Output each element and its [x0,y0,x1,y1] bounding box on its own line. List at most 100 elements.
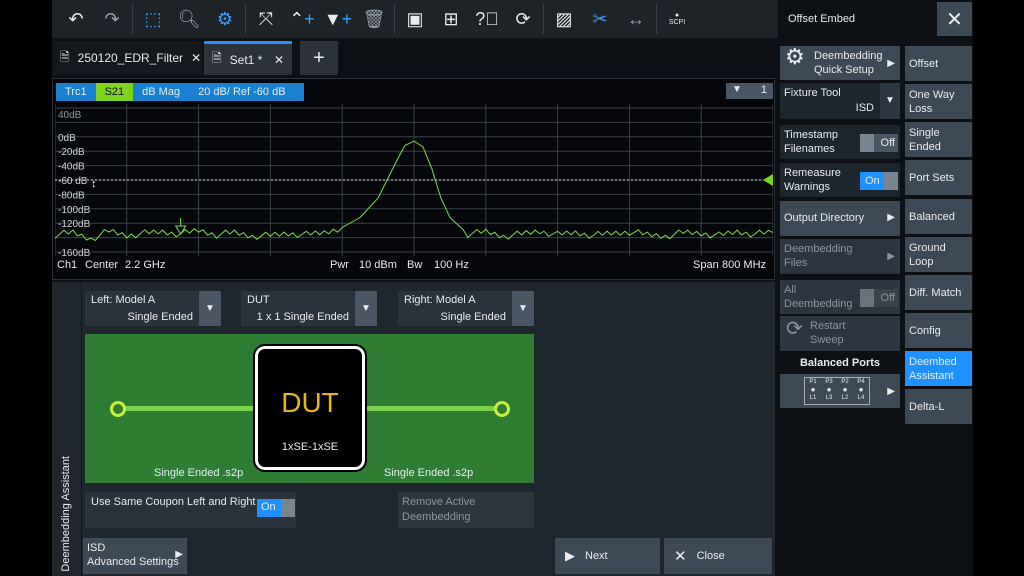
chevron-right-icon: ▶ [887,386,895,397]
windows-icon[interactable]: ⊞ [433,4,469,34]
zoom-select-icon[interactable]: ⬚ [135,4,171,34]
quick-setup-button[interactable]: ⚙ Deembedding Quick Setup ▶ [780,46,900,80]
button-sublabel: Advanced Settings [87,556,179,568]
port-dot-icon: ● [810,385,816,394]
restart-sweep-button[interactable]: ⟳ Restart Sweep [780,316,900,351]
side-tab-ground-loop[interactable]: Ground Loop [905,237,972,272]
scpi-icon[interactable]: ● SCPI [659,4,695,34]
deembedding-assistant-panel: Deembedding Assistant Left: Model A Singl… [52,282,775,576]
dropdown-value: 1 x 1 Single Ended [256,311,349,323]
dropdown-value: Single Ended [127,311,193,323]
side-tab-balanced[interactable]: Balanced [905,199,972,234]
side-tab-delta-l[interactable]: Delta-L [905,389,972,424]
all-deembedding-toggle[interactable]: Off [860,289,898,307]
button-label: ISD [87,542,106,554]
y-tick-label: -40dB [58,162,85,173]
side-tab-port-sets[interactable]: Port Sets [905,160,972,195]
center-label: Center [85,259,119,271]
left-port-icon[interactable] [110,401,126,417]
touch-icon[interactable]: ✂ [582,4,618,34]
tab-set1[interactable]: 🗎 Set1 * ✕ [204,41,292,75]
toggle-state: Off [880,292,895,304]
span-value[interactable]: 800 MHz [722,259,766,271]
close-tab-icon[interactable]: ✕ [274,53,284,67]
fit-icon[interactable]: ⤧ [248,4,284,34]
side-tab-one-way-loss[interactable]: One Way Loss [905,84,972,119]
output-directory-button[interactable]: Output Directory ▶ [780,201,900,236]
divider [656,4,657,34]
side-tab-diff-match[interactable]: Diff. Match [905,275,972,310]
redo-icon[interactable]: ↷ [94,4,130,34]
dut-dropdown[interactable]: DUT 1 x 1 Single Ended ▼ [241,291,377,326]
zoom-settings-icon[interactable]: ⚙ [207,4,243,34]
scpi-label: SCPI [668,19,686,26]
trace-param[interactable]: S21 [95,83,134,101]
bw-value[interactable]: 100 Hz [434,259,469,271]
tab-250120-edr-filter[interactable]: 🗎 250120_EDR_Filter ✕ [52,41,202,75]
display-icon[interactable]: ▨ [546,4,582,34]
chevron-right-icon: ▶ [887,251,895,262]
close-tab-icon[interactable]: ✕ [191,51,201,65]
close-button[interactable]: ✕ Close [664,538,772,574]
timestamp-toggle[interactable]: Off [860,134,898,152]
left-line [118,406,258,411]
y-tick-label: -120dB [58,219,91,230]
fixture-tool-dropdown[interactable]: Fixture Tool ISD ▼ [780,83,900,119]
camera-icon[interactable]: ▣ [397,4,433,34]
center-value[interactable]: 2.2 GHz [125,259,165,271]
button-label: Close [696,550,725,562]
isd-advanced-settings-button[interactable]: ISD Advanced Settings ▶ [83,538,187,574]
add-marker-icon[interactable]: ▼ + [320,4,356,34]
plot-area[interactable]: 40dB 0dB -20dB -40dB -60 dB -80dB -100dB -120dB… [55,104,773,256]
right-file-label: Single Ended .s2p [384,467,474,479]
right-line [367,406,502,411]
help-icon[interactable]: ?⃝ [469,4,505,34]
remeasure-toggle[interactable]: On [860,172,898,190]
tab-label: Balanced [909,210,955,223]
same-coupon-toggle[interactable]: On [257,499,295,517]
side-tab-config[interactable]: Config [905,313,972,348]
window-selector[interactable]: ▼ 1 [726,83,773,99]
left-model-dropdown[interactable]: Left: Model A Single Ended ▼ [85,291,221,326]
tab-label: Ground Loop [909,241,946,268]
tab-bar: 🗎 250120_EDR_Filter ✕ 🗎 Set1 * ✕ + [52,38,778,76]
power-value[interactable]: 10 dBm [359,259,397,271]
y-tick-label: -100dB [58,205,91,216]
remove-active-deembedding-button[interactable]: Remove Active Deembedding [398,492,534,528]
add-trace-icon[interactable]: ⌃ + [284,4,320,34]
trace-info-bar[interactable]: Trc1 S21 dB Mag 20 dB/ Ref -60 dB [56,83,304,101]
all-deembedding-row: All Deembedding Off [780,280,900,314]
tab-label: 250120_EDR_Filter [77,51,184,65]
chevron-down-icon: ▼ [199,291,221,326]
deembedding-files-button[interactable]: Deembedding Files ▶ [780,239,900,274]
chevron-right-icon: ▶ [887,212,895,223]
tab-label: Offset [909,57,939,70]
dut-box[interactable]: DUT 1xSE-1xSE [253,344,367,472]
next-button[interactable]: ▶ Next [555,538,660,574]
same-coupon-label: Use Same Coupon Left and Right [91,496,256,508]
balanced-ports-button[interactable]: P1 ● L1 P3 ● L3 P2 ● L2 P4 ● L4 ▶ [780,374,900,408]
delete-icon[interactable]: 🗑︎ [356,4,392,34]
side-tab-single-ended[interactable]: Single Ended [905,122,972,157]
close-panel-button[interactable]: ✕ [937,2,972,36]
trace-format[interactable]: dB Mag [133,83,189,101]
side-tab-deembed-assistant[interactable]: Deembed Assistant [905,351,972,386]
chevron-down-icon: ▼ [732,84,742,95]
right-port-icon[interactable] [494,401,510,417]
port-dot-icon: ● [826,385,832,394]
chevron-down-icon: ▼ [355,291,377,326]
chevron-right-icon: ▶ [175,549,183,560]
tab-label: Diff. Match [909,286,962,299]
right-model-dropdown[interactable]: Right: Model A Single Ended ▼ [398,291,534,326]
dropdown-label: Right: Model A [404,294,476,306]
tab-label: Config [909,324,941,337]
trace-name[interactable]: Trc1 [56,83,96,101]
restart-icon[interactable]: ⟳ [505,4,541,34]
trace-diagram[interactable]: Trc1 S21 dB Mag 20 dB/ Ref -60 dB ▼ 1 40d… [52,78,775,280]
zoom-reset-icon[interactable]: 🔍︎ [171,4,207,34]
undo-icon[interactable]: ↶ [58,4,94,34]
side-tab-offset[interactable]: Offset [905,46,972,81]
arrows-icon[interactable]: ↔ [618,4,654,34]
add-tab-button[interactable]: + [300,41,338,75]
trace-scale[interactable]: 20 dB/ Ref -60 dB [189,83,303,101]
